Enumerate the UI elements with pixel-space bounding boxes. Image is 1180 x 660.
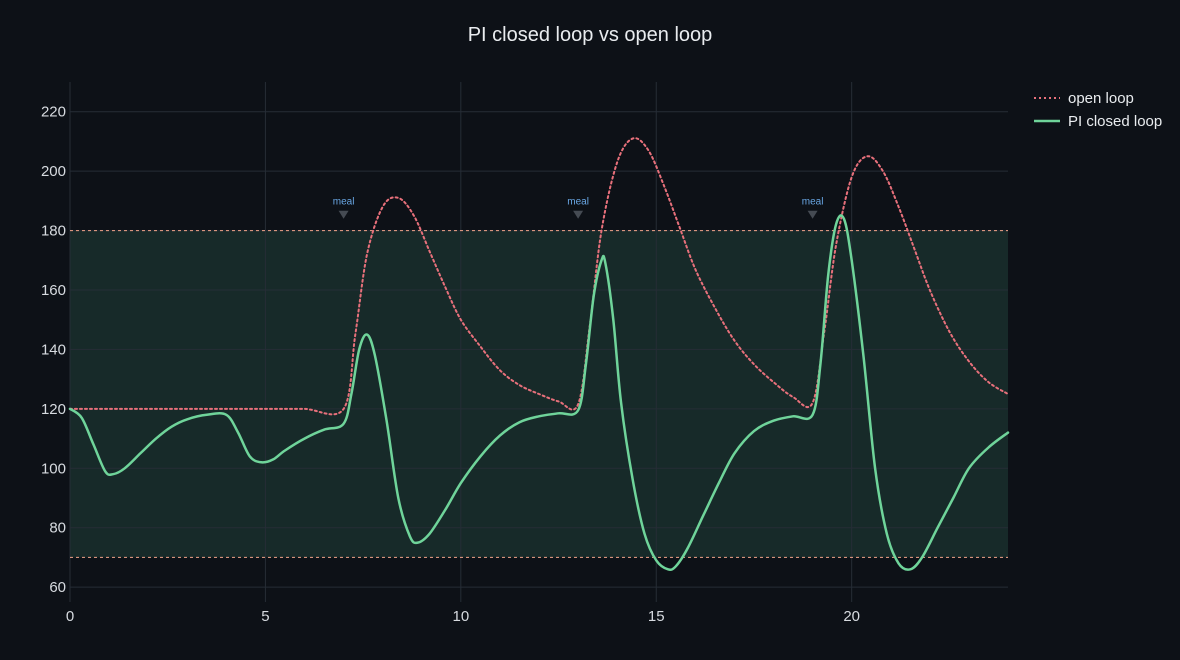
- chart-svg: 0 5 10 15 20 60 80 100 120 140 160 180 200 220 meal mea…: [0, 0, 1180, 660]
- legend-label: PI closed loop: [1068, 113, 1162, 130]
- meal-annotation-label: meal: [802, 197, 824, 208]
- x-tick-label: 15: [648, 608, 665, 625]
- y-tick-label: 180: [41, 223, 66, 240]
- y-tick-label: 220: [41, 104, 66, 121]
- x-tick-label: 0: [66, 608, 74, 625]
- y-tick-label: 160: [41, 282, 66, 299]
- x-tick-label: 5: [261, 608, 269, 625]
- y-tick-label: 120: [41, 401, 66, 418]
- meal-annotation-label: meal: [333, 197, 355, 208]
- y-tick-label: 60: [49, 579, 66, 596]
- chart-title: PI closed loop vs open loop: [468, 24, 713, 46]
- y-tick-label: 140: [41, 341, 66, 358]
- x-tick-label: 20: [843, 608, 860, 625]
- y-tick-label: 80: [49, 520, 66, 537]
- y-tick-label: 200: [41, 163, 66, 180]
- y-tick-label: 100: [41, 460, 66, 477]
- meal-annotation-label: meal: [567, 197, 589, 208]
- x-tick-label: 10: [452, 608, 469, 625]
- legend-label: open loop: [1068, 90, 1134, 107]
